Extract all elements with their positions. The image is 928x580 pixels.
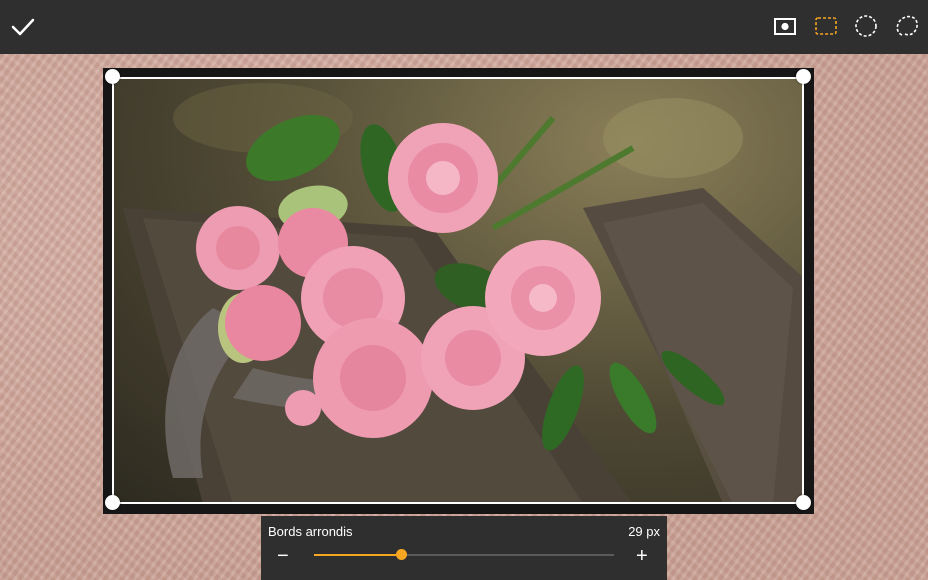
rose-bouquet-photo[interactable] bbox=[113, 78, 804, 504]
photo-frame bbox=[103, 68, 814, 514]
slider-thumb[interactable] bbox=[396, 549, 407, 560]
decrease-button[interactable]: − bbox=[277, 546, 289, 566]
resize-handle-top-right[interactable] bbox=[796, 69, 811, 84]
slider-fill bbox=[314, 554, 401, 556]
ellipse-shape-icon[interactable] bbox=[853, 13, 879, 39]
resize-handle-top-left[interactable] bbox=[105, 69, 120, 84]
freehand-shape-icon[interactable] bbox=[894, 13, 920, 39]
increase-button[interactable]: + bbox=[636, 546, 648, 566]
radius-slider[interactable] bbox=[314, 548, 614, 562]
rounded-corners-label: Bords arrondis bbox=[268, 524, 353, 539]
rounded-corners-value: 29 px bbox=[628, 524, 660, 539]
rectangle-shape-icon[interactable] bbox=[772, 13, 798, 39]
rounded-corners-panel: Bords arrondis 29 px − + bbox=[261, 516, 667, 580]
rounded-rectangle-shape-icon[interactable] bbox=[813, 13, 839, 39]
check-icon[interactable] bbox=[8, 12, 38, 42]
resize-handle-bottom-left[interactable] bbox=[105, 495, 120, 510]
top-toolbar bbox=[0, 0, 928, 54]
resize-handle-bottom-right[interactable] bbox=[796, 495, 811, 510]
